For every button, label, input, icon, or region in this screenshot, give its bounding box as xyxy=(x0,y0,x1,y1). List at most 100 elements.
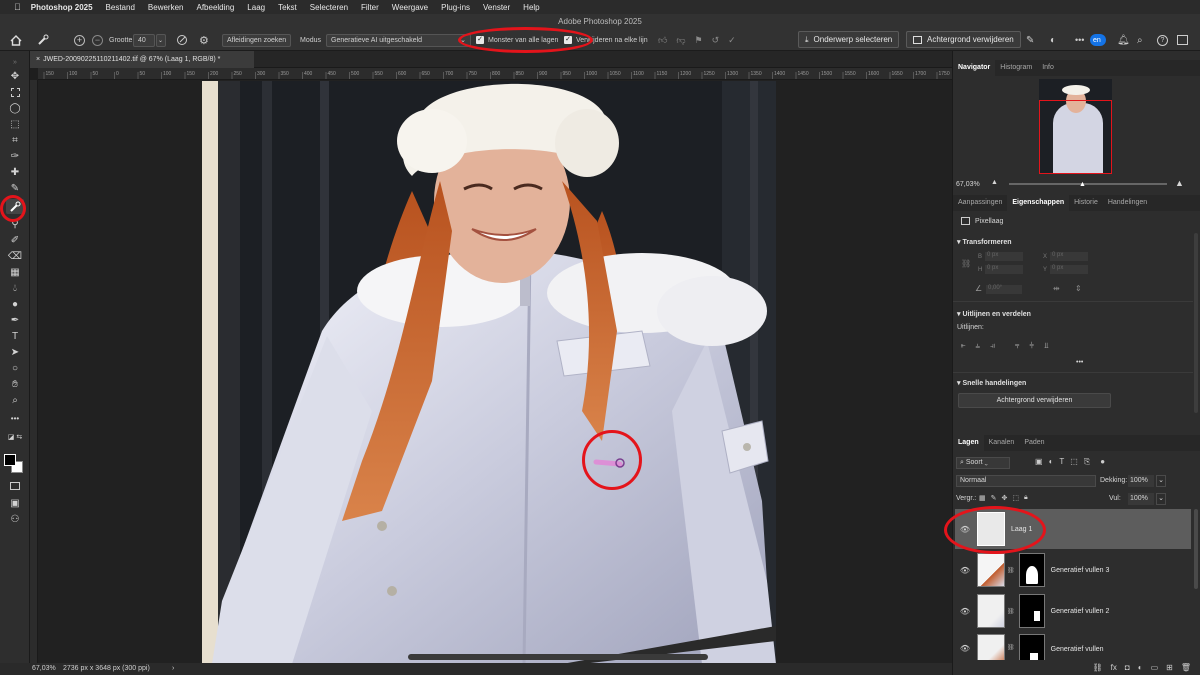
gear-icon[interactable]: ⚙ xyxy=(199,33,209,47)
align-top-icon[interactable]: ⫧ xyxy=(1015,341,1020,351)
zoom-in-icon[interactable]: ▲ xyxy=(1175,178,1184,188)
fill-input[interactable]: 100% xyxy=(1128,493,1154,505)
visibility-eye-icon[interactable]: 👁︎ xyxy=(959,566,971,575)
brush-size-dropdown[interactable]: ⌄ xyxy=(156,33,166,47)
zoom-out-icon[interactable]: ▲ xyxy=(991,179,998,186)
search-icon[interactable]: ⌕ xyxy=(1137,33,1143,47)
layer-row-generatief-vullen[interactable]: 👁︎ ⛓ Generatief vullen xyxy=(955,632,1191,660)
navigator-thumbnail[interactable] xyxy=(1039,79,1112,174)
eyedropper-tool-icon[interactable]: ✑ xyxy=(6,149,24,164)
subtract-mode-icon[interactable]: − xyxy=(92,33,103,47)
reset-icon[interactable]: ↺ xyxy=(712,35,720,46)
more-align-icon[interactable]: ••• xyxy=(1076,359,1083,366)
history-brush-tool-icon[interactable]: ✐ xyxy=(6,233,24,248)
canvas-area[interactable] xyxy=(38,80,952,663)
layers-scrollbar[interactable] xyxy=(1194,509,1198,589)
select-subject-button[interactable]: ⤓ Onderwerp selecteren xyxy=(798,31,900,48)
home-icon[interactable] xyxy=(10,33,22,47)
add-mask-icon[interactable]: ◘ xyxy=(1125,663,1130,672)
eraser-tool-icon[interactable]: ⌫ xyxy=(6,249,24,264)
tab-properties[interactable]: Eigenschappen xyxy=(1007,195,1070,211)
layer-filter-select[interactable]: ⌕ Soort ⌄ xyxy=(956,457,1010,469)
visibility-eye-icon[interactable]: 👁︎ xyxy=(959,644,971,653)
tab-histogram[interactable]: Histogram xyxy=(995,60,1037,76)
commit-check-icon[interactable]: ✓ xyxy=(728,35,736,46)
pen-tool-icon[interactable]: ✒ xyxy=(6,313,24,328)
help-icon[interactable]: ? xyxy=(1157,33,1168,47)
flag-icon[interactable]: ⚑ xyxy=(695,35,703,46)
lock-transparent-icon[interactable]: ▦ xyxy=(979,494,986,502)
status-chevron-icon[interactable]: › xyxy=(172,665,174,672)
blur-tool-icon[interactable]: 💧︎ xyxy=(6,281,24,296)
quick-actions-title[interactable]: ▾ Snelle handelingen xyxy=(957,379,1026,387)
align-center-h-icon[interactable]: ⫨ xyxy=(976,341,981,351)
brush-size-input[interactable]: 40 xyxy=(133,33,155,47)
mode-select[interactable]: Generatieve AI uitgeschakeld ⌄ xyxy=(326,33,471,47)
tab-layers[interactable]: Lagen xyxy=(953,435,984,451)
menu-bewerken[interactable]: Bewerken xyxy=(148,3,184,12)
x-input[interactable]: 0 px xyxy=(1050,252,1088,261)
menu-filter[interactable]: Filter xyxy=(361,3,379,12)
align-left-icon[interactable]: ⫦ xyxy=(961,341,966,351)
width-input[interactable]: 0 px xyxy=(985,252,1023,261)
align-right-icon[interactable]: ⫣ xyxy=(990,341,995,351)
remove-each-line-checkbox[interactable]: ✓ Verwijderen na elke lijn xyxy=(564,33,648,47)
type-tool-icon[interactable]: T xyxy=(6,329,24,344)
tab-adjustments[interactable]: Aanpassingen xyxy=(953,195,1007,211)
trash-icon[interactable]: 🗑︎ xyxy=(1181,663,1191,672)
link-icon[interactable]: ⛓ xyxy=(961,259,971,268)
bell-icon[interactable]: 🔔︎ xyxy=(1117,33,1130,47)
filter-adjustment-icon[interactable]: ◐ xyxy=(1049,457,1054,467)
tab-navigator[interactable]: Navigator xyxy=(953,60,996,76)
navigator-view-box[interactable] xyxy=(1039,100,1112,174)
tab-info[interactable]: Info xyxy=(1037,60,1059,76)
edit-toolbar-icon[interactable]: ••• xyxy=(6,411,24,426)
crop-tool-icon[interactable]: ⌗ xyxy=(6,133,24,148)
dodge-tool-icon[interactable]: ● xyxy=(6,297,24,312)
zoom-tool-icon[interactable]: ⌕ xyxy=(6,393,24,408)
flip-vertical-icon[interactable]: ⇕ xyxy=(1075,284,1082,293)
close-tab-icon[interactable]: × xyxy=(36,56,40,63)
filter-type-icon[interactable]: T xyxy=(1059,457,1064,467)
default-colors-icon[interactable]: ◪ ⇆ xyxy=(6,429,24,444)
align-bottom-icon[interactable]: ⫫ xyxy=(1044,341,1049,351)
blend-mode-select[interactable]: Normaal xyxy=(956,475,1096,487)
fx-icon[interactable]: fx xyxy=(1111,663,1117,672)
filter-smart-icon[interactable]: ⎘ xyxy=(1084,457,1090,467)
filter-pixel-icon[interactable]: ▣ xyxy=(1035,457,1043,467)
screen-mode-icon[interactable]: ▣ xyxy=(6,496,24,511)
y-input[interactable]: 0 px xyxy=(1050,265,1088,274)
document-tab[interactable]: × JWED-20090225110211402.tif @ 67% (Laag… xyxy=(30,51,254,68)
flip-horizontal-icon[interactable]: ⇹ xyxy=(1053,284,1060,293)
transform-section-title[interactable]: ▾ Transformeren xyxy=(957,238,1012,246)
marquee-tool-icon[interactable] xyxy=(6,85,24,100)
brush-tool-icon[interactable]: ✎ xyxy=(6,181,24,196)
angle-input[interactable]: 0,00° xyxy=(986,285,1022,294)
lock-artboard-icon[interactable]: ⬚ xyxy=(1012,494,1019,502)
link-layers-icon[interactable]: ⛓ xyxy=(1093,663,1103,672)
contrast-icon[interactable]: ◐ xyxy=(1050,33,1056,47)
menu-plugins[interactable]: Plug-ins xyxy=(441,3,470,12)
menu-tekst[interactable]: Tekst xyxy=(278,3,297,12)
clone-stamp-tool-icon[interactable]: ⚲ xyxy=(6,217,24,232)
rectangle-tool-icon[interactable]: ○ xyxy=(6,361,24,376)
tab-channels[interactable]: Kanalen xyxy=(984,435,1020,451)
group-folder-icon[interactable]: ▭ xyxy=(1151,663,1159,672)
menu-selecteren[interactable]: Selecteren xyxy=(310,3,348,12)
more-options-icon[interactable]: ••• xyxy=(1075,33,1084,47)
menu-help[interactable]: Help xyxy=(523,3,539,12)
align-section-title[interactable]: ▾ Uitlijnen en verdelen xyxy=(957,310,1031,318)
align-middle-v-icon[interactable]: ⫩ xyxy=(1029,341,1034,351)
menu-venster[interactable]: Venster xyxy=(483,3,510,12)
photo[interactable] xyxy=(202,81,776,663)
remove-tool-icon[interactable] xyxy=(6,199,24,214)
filter-toggle-icon[interactable]: ● xyxy=(1100,457,1105,467)
zoom-slider-thumb[interactable]: ▲ xyxy=(1079,181,1086,188)
spot-healing-tool-icon[interactable]: ✚ xyxy=(6,165,24,180)
apple-menu-icon[interactable]:  xyxy=(14,2,21,12)
opacity-input[interactable]: 100% xyxy=(1128,475,1154,487)
height-input[interactable]: 0 px xyxy=(985,265,1023,274)
toolbar-collapse-icon[interactable]: » xyxy=(6,55,24,70)
layer-row-generatief-vullen-2[interactable]: 👁︎ ⛓ Generatief vullen 2 xyxy=(955,591,1191,631)
menu-bestand[interactable]: Bestand xyxy=(106,3,135,12)
